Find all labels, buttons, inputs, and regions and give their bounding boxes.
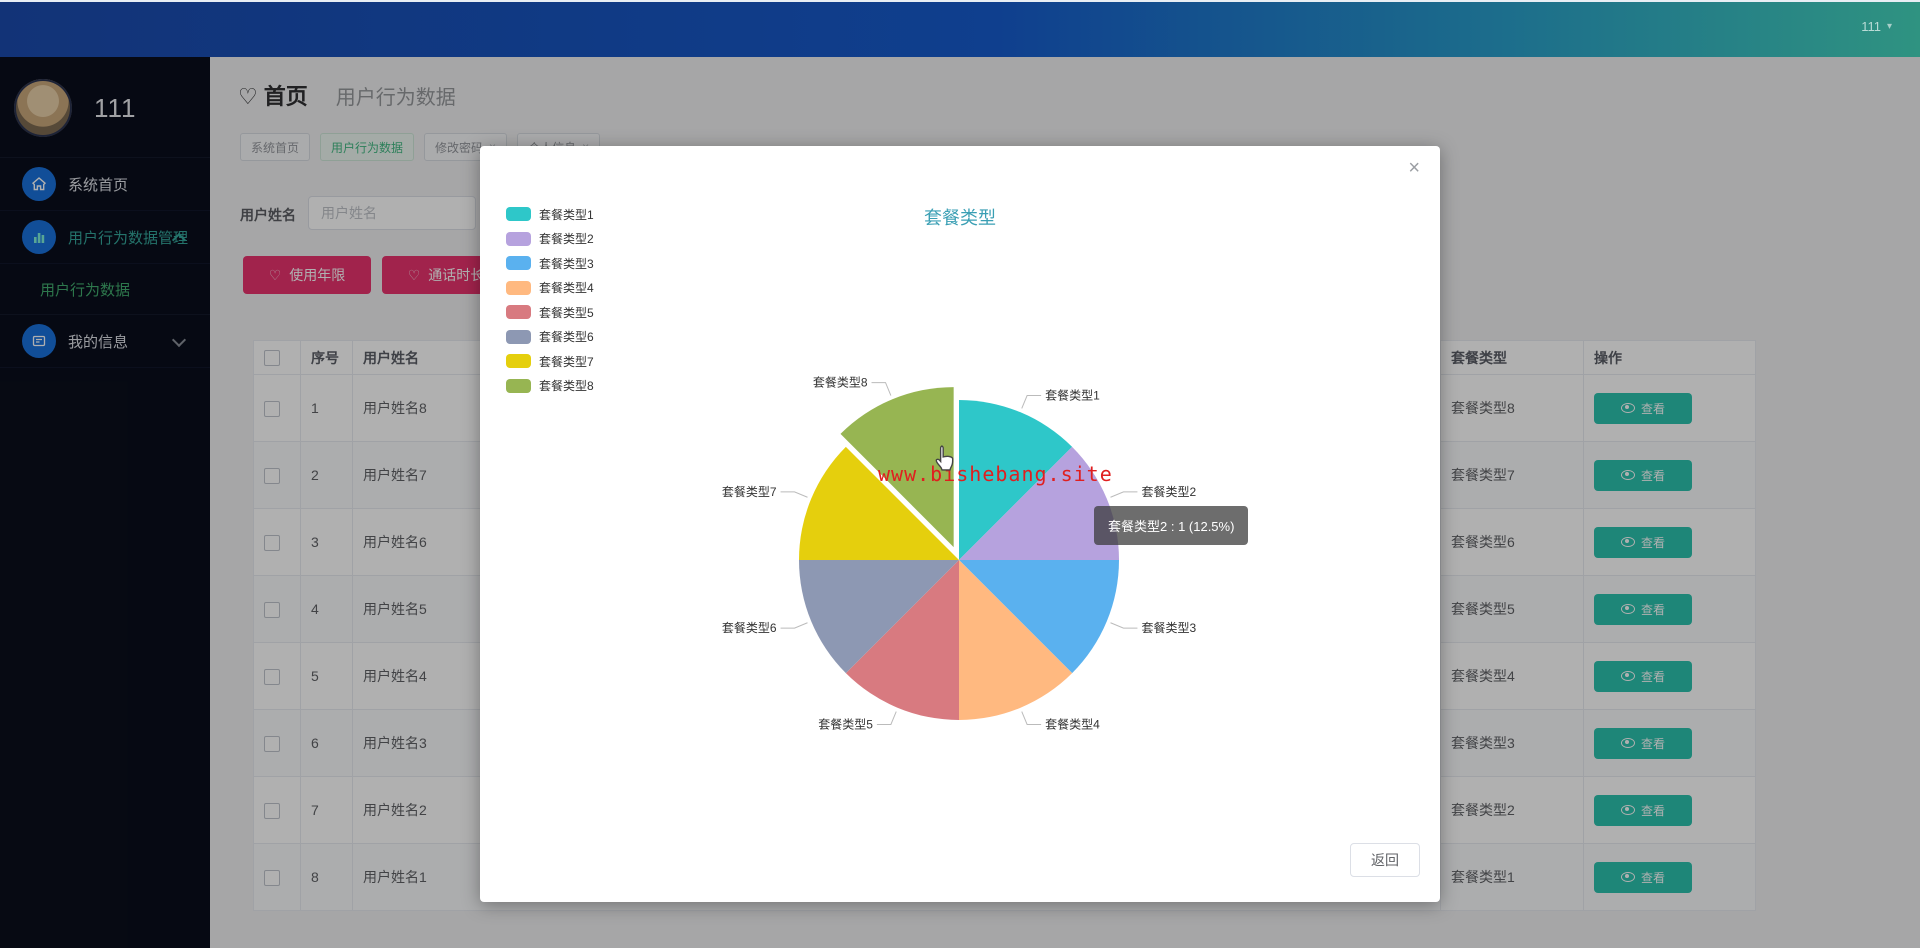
- topbar: 111 ▾: [0, 0, 1920, 57]
- chart-tooltip: 套餐类型2 : 1 (12.5%): [1094, 506, 1248, 545]
- pie-label-2: 套餐类型2: [1141, 484, 1196, 499]
- pie-label-7: 套餐类型7: [722, 484, 777, 499]
- chart-dialog: × 套餐类型 套餐类型1套餐类型2套餐类型3套餐类型4套餐类型5套餐类型6套餐类…: [480, 146, 1440, 902]
- pie-label-line: [1111, 492, 1138, 497]
- topbar-user-menu[interactable]: 111 ▾: [1861, 19, 1892, 34]
- topbar-username: 111: [1861, 19, 1881, 34]
- pie-label-line: [1022, 712, 1041, 725]
- pie-label-line: [1111, 623, 1138, 628]
- pie-label-line: [781, 492, 808, 497]
- pie-label-3: 套餐类型3: [1141, 620, 1196, 635]
- back-button[interactable]: 返回: [1350, 843, 1420, 877]
- app: 111 ▾ 111 系统首页 用户行为数据管理 用: [0, 0, 1920, 948]
- pie-label-6: 套餐类型6: [722, 620, 777, 635]
- hand-cursor-icon: [932, 444, 956, 477]
- pie-label-line: [877, 712, 896, 725]
- pie-label-1: 套餐类型1: [1045, 388, 1100, 403]
- pie-chart: 套餐类型1 套餐类型2 套餐类型3 套餐类型4 套餐类型5 套餐类型6 套餐类型7 套餐类型8: [480, 146, 1440, 902]
- caret-down-icon: ▾: [1887, 21, 1892, 32]
- pie-label-line: [1022, 396, 1041, 409]
- pie-label-line: [872, 383, 891, 396]
- pie-label-5: 套餐类型5: [818, 716, 873, 731]
- watermark: www.bishebang.site: [878, 462, 1113, 486]
- pie-label-4: 套餐类型4: [1045, 716, 1100, 731]
- pie-label-line: [781, 623, 808, 628]
- pie-label-8: 套餐类型8: [813, 375, 868, 390]
